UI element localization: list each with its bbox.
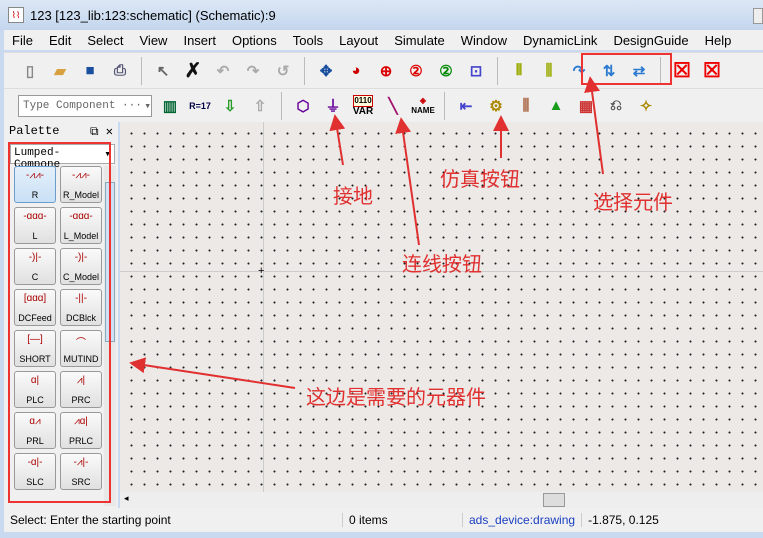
annotation-wire: 连线按钮 <box>402 252 482 276</box>
pan-icon[interactable]: ✥ <box>314 59 338 83</box>
port-icon[interactable]: ⊡ <box>464 59 488 83</box>
menu-help[interactable]: Help <box>697 33 740 48</box>
tuning-icon[interactable]: ⫼ <box>514 94 538 118</box>
status-coordinates: -1.875, 0.125 <box>581 513 659 527</box>
palette-title: Palette <box>9 124 60 138</box>
window-title: 123 [123_lib:123:schematic] (Schematic):… <box>30 7 276 23</box>
var-icon[interactable]: 0110 VAR <box>351 94 375 118</box>
menu-designguide[interactable]: DesignGuide <box>605 33 696 48</box>
crosshair-cursor-icon: + <box>258 265 265 277</box>
upload-icon[interactable]: ⇧ <box>248 94 272 118</box>
select-arrow-icon[interactable]: ↖ <box>151 59 175 83</box>
data-display-icon[interactable]: ▦ <box>574 94 598 118</box>
menu-bar: File Edit Select View Insert Options Too… <box>4 30 763 50</box>
zoom-out-2-icon[interactable]: ② <box>434 59 458 83</box>
status-layer[interactable]: ads_device:drawing <box>462 513 581 527</box>
annotation-ground: 接地 <box>333 184 373 208</box>
delete-icon[interactable]: ✗ <box>181 59 205 83</box>
menu-options[interactable]: Options <box>224 33 285 48</box>
menu-insert[interactable]: Insert <box>175 33 224 48</box>
var-icon-top: 0110 <box>353 94 373 107</box>
undo-icon[interactable]: ↶ <box>211 59 235 83</box>
menu-edit[interactable]: Edit <box>41 33 79 48</box>
menu-view[interactable]: View <box>132 33 176 48</box>
name-icon-glyph: ◈ <box>419 95 427 105</box>
print-icon[interactable]: ⎙ <box>108 59 132 83</box>
download-icon[interactable]: ⇩ <box>218 94 242 118</box>
status-message: Select: Enter the starting point <box>10 513 171 527</box>
separator <box>444 91 445 120</box>
zoom-in-2-icon[interactable]: ② <box>404 59 428 83</box>
origin-vline <box>263 122 264 492</box>
component-toolbar: Type Component ··· ▾ ▥ R=17 ⇩ ⇧ ⬡ ⏚ 0110 V… <box>4 88 763 122</box>
scroll-left-icon[interactable]: ◂ <box>124 493 129 504</box>
simulate-gear-icon[interactable]: ⚙ <box>484 94 508 118</box>
menu-dynamiclink[interactable]: DynamicLink <box>515 33 605 48</box>
push-into-icon[interactable]: ⫴ <box>507 59 531 83</box>
library-icon[interactable]: ▥ <box>158 94 182 118</box>
var-icon-label: VAR <box>352 105 374 117</box>
zoom-in-icon[interactable]: ⊕ <box>374 59 398 83</box>
name-icon-label: NAME <box>411 105 435 115</box>
app-icon: ⌇⌇ <box>8 7 24 23</box>
horizontal-scrollbar[interactable]: ◂ <box>120 492 763 508</box>
deactivate-icon[interactable]: ☒ <box>670 59 694 83</box>
menu-file[interactable]: File <box>4 33 41 48</box>
menu-tools[interactable]: Tools <box>285 33 331 48</box>
menu-select[interactable]: Select <box>79 33 131 48</box>
push-icon[interactable]: ⇤ <box>454 94 478 118</box>
repeat-icon[interactable]: ↺ <box>271 59 295 83</box>
highlight-select-components <box>581 53 672 85</box>
chevron-down-icon[interactable]: ▾ <box>144 99 151 113</box>
wizard-icon[interactable]: ✧ <box>634 94 658 118</box>
pop-out-icon[interactable]: ⫼ <box>537 59 561 83</box>
pin-icon[interactable]: ⬡ <box>291 94 315 118</box>
highlight-components <box>8 142 111 503</box>
annotation-simulate: 仿真按钮 <box>440 167 520 191</box>
short-icon[interactable]: ☒ <box>700 59 724 83</box>
results-icon[interactable]: ⎌ <box>604 94 628 118</box>
menu-simulate[interactable]: Simulate <box>386 33 453 48</box>
new-icon[interactable]: ▯ <box>18 59 42 83</box>
separator <box>304 56 305 85</box>
status-items-count: 0 items <box>342 513 462 527</box>
type-component-combo[interactable]: Type Component ··· ▾ <box>18 94 152 117</box>
parameter-icon[interactable]: R=17 <box>188 94 212 118</box>
type-component-input[interactable]: Type Component ··· <box>23 100 142 112</box>
window-control[interactable] <box>753 8 763 24</box>
menu-window[interactable]: Window <box>453 33 515 48</box>
horizontal-scroll-thumb[interactable] <box>543 493 565 507</box>
wire-icon[interactable]: ╲ <box>381 94 405 118</box>
save-icon[interactable]: ■ <box>78 59 102 83</box>
status-bar: Select: Enter the starting point 0 items… <box>4 508 763 532</box>
separator <box>497 56 498 85</box>
ground-icon[interactable]: ⏚ <box>321 94 345 118</box>
zoom-area-icon[interactable]: ◕ <box>344 59 368 83</box>
palette-header: Palette ⧉ ✕ <box>4 122 118 140</box>
separator <box>281 91 282 120</box>
separator <box>141 56 142 85</box>
optimize-arrow-icon[interactable]: ▲ <box>544 94 568 118</box>
menu-layout[interactable]: Layout <box>331 33 386 48</box>
annotation-select-components: 选择元件 <box>593 190 673 214</box>
annotation-components: 这边是需要的元器件 <box>306 385 486 409</box>
redo-icon[interactable]: ↷ <box>241 59 265 83</box>
open-folder-icon[interactable]: ▰ <box>48 59 72 83</box>
palette-float-close-icon[interactable]: ⧉ ✕ <box>90 124 113 139</box>
title-bar: ⌇⌇ 123 [123_lib:123:schematic] (Schemati… <box>0 0 763 30</box>
name-icon[interactable]: ◈ NAME <box>411 94 435 118</box>
